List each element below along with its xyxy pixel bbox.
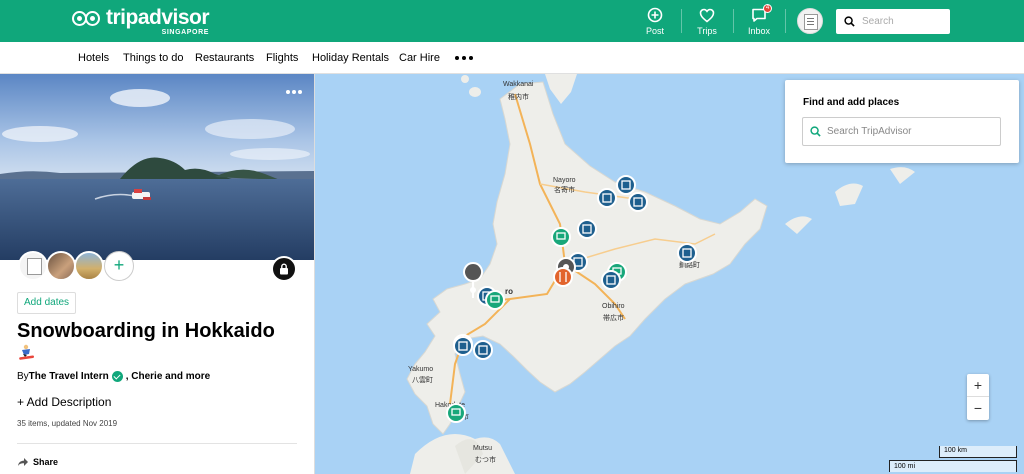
find-places-card: Find and add places — [785, 80, 1019, 163]
nav-hotels[interactable]: Hotels — [78, 52, 109, 64]
nav-flights[interactable]: Flights — [266, 52, 298, 64]
place-label: Nayoro — [553, 177, 576, 184]
place-label: むつ市 — [475, 455, 496, 464]
share-icon — [18, 458, 28, 466]
zoom-in-button[interactable]: + — [967, 374, 989, 397]
owl-logo-icon — [72, 10, 102, 28]
add-dates-button[interactable]: Add dates — [17, 292, 77, 314]
place-label: Yakumo — [408, 366, 433, 373]
brand-name: tripadvisor — [106, 6, 210, 29]
find-places-input[interactable] — [827, 126, 987, 137]
divider — [17, 443, 297, 444]
collaborators: + — [18, 251, 138, 285]
avatar[interactable] — [74, 251, 104, 281]
nav-restaurants[interactable]: Restaurants — [195, 52, 254, 64]
zoom-controls: + − — [967, 374, 989, 420]
map-pin[interactable] — [485, 290, 505, 310]
category-nav: Hotels Things to do Restaurants Flights … — [0, 42, 1024, 74]
place-label: 稚内市 — [508, 92, 529, 101]
heart-icon — [682, 6, 732, 24]
add-description-button[interactable]: + Add Description — [17, 395, 111, 409]
coauthors-link[interactable]: , Cherie and more — [126, 371, 210, 382]
header-divider — [785, 9, 786, 33]
trip-cover-photo — [0, 74, 314, 260]
top-bar: tripadvisor SINGAPORE Post Trips 4 Inbox — [0, 0, 1024, 42]
header-search[interactable] — [836, 9, 950, 34]
trip-title: Snowboarding in Hokkaido — [17, 320, 275, 342]
scale-km: 100 km — [939, 446, 1017, 458]
map-pin[interactable] — [628, 192, 648, 212]
more-icon[interactable] — [455, 56, 473, 60]
trip-meta: 35 items, updated Nov 2019 — [17, 419, 118, 428]
map-pin[interactable] — [601, 270, 621, 290]
place-label: Obihiro — [602, 303, 625, 310]
snowboarder-icon — [17, 344, 37, 360]
map-pin[interactable] — [453, 336, 473, 356]
author-link[interactable]: The Travel Intern — [29, 371, 109, 382]
nav-holiday-rentals[interactable]: Holiday Rentals — [312, 52, 389, 64]
place-label: 帯広市 — [603, 313, 624, 322]
search-icon — [810, 126, 821, 137]
map-scale: 100 km 100 mi — [889, 444, 1019, 474]
plus-circle-icon — [630, 6, 680, 24]
brand-region: SINGAPORE — [161, 29, 210, 36]
place-label: 名寄市 — [554, 185, 575, 194]
inbox-badge: 4 — [763, 4, 772, 13]
search-icon — [844, 16, 855, 27]
share-label: Share — [33, 457, 59, 467]
lock-icon[interactable] — [271, 256, 297, 282]
place-label: 八雲町 — [412, 376, 433, 384]
inbox-button[interactable]: 4 Inbox — [734, 4, 784, 36]
zoom-out-button[interactable]: − — [967, 397, 989, 420]
map-pin[interactable] — [473, 340, 493, 360]
scale-mi: 100 mi — [889, 460, 1017, 472]
map-pin[interactable] — [553, 267, 573, 287]
inbox-label: Inbox — [747, 26, 771, 36]
map-pin[interactable] — [597, 188, 617, 208]
nav-things-to-do[interactable]: Things to do — [123, 52, 184, 64]
profile-avatar[interactable] — [797, 8, 823, 34]
map-pin[interactable] — [446, 403, 466, 423]
map-pin[interactable] — [677, 243, 697, 263]
byline-prefix: By — [17, 371, 29, 382]
find-places-title: Find and add places — [803, 97, 900, 108]
map-pin[interactable] — [616, 175, 636, 195]
trip-options-icon[interactable] — [286, 90, 302, 94]
find-places-search[interactable] — [802, 117, 1001, 146]
tripadvisor-logo[interactable]: tripadvisor SINGAPORE — [72, 6, 210, 37]
share-button[interactable]: Share — [17, 457, 58, 467]
chat-icon — [734, 6, 784, 24]
trip-byline: By The Travel Intern , Cherie and more — [17, 371, 210, 382]
trips-button[interactable]: Trips — [682, 6, 732, 36]
add-collaborator-button[interactable]: + — [104, 251, 134, 281]
avatar[interactable] — [46, 251, 76, 281]
map-pin[interactable] — [577, 219, 597, 239]
place-label: ro — [505, 287, 513, 296]
place-label: Wakkanai — [503, 81, 534, 88]
map-pin[interactable] — [551, 227, 571, 247]
nav-car-hire[interactable]: Car Hire — [399, 52, 440, 64]
search-input[interactable] — [862, 16, 942, 27]
place-label: Mutsu — [473, 445, 492, 452]
trip-panel: + Add dates Snowboarding in Hokkaido By … — [0, 74, 315, 474]
avatar[interactable] — [18, 251, 48, 281]
post-button[interactable]: Post — [630, 6, 680, 36]
verified-icon — [111, 371, 123, 382]
trips-label: Trips — [697, 26, 717, 36]
post-label: Post — [645, 26, 664, 36]
